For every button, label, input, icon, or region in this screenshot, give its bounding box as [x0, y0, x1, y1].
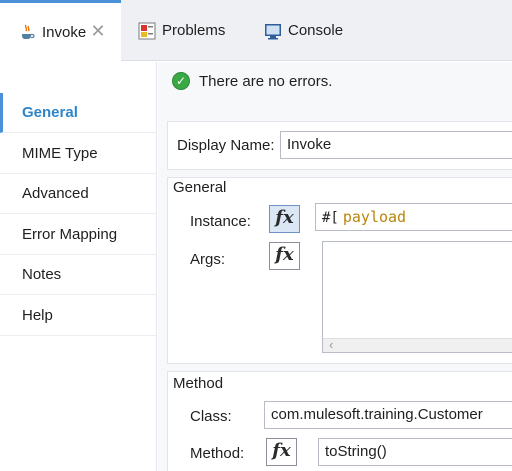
tab-console-label: Console	[288, 22, 344, 39]
expression-prefix: #[	[322, 210, 339, 226]
tab-console[interactable]: Console	[264, 0, 343, 61]
status-text: There are no errors.	[199, 72, 333, 90]
display-name-input[interactable]: Invoke	[280, 131, 512, 159]
validation-status: ✓ There are no errors.	[172, 70, 332, 92]
args-fx-toggle[interactable]: fx	[269, 242, 300, 270]
instance-expression-input[interactable]: #[payload	[315, 203, 512, 231]
general-section-title: General	[173, 179, 227, 196]
tab-problems[interactable]: Problems	[138, 0, 225, 61]
tab-problems-label: Problems	[162, 22, 226, 39]
tab-invoke-label: Invoke	[42, 23, 87, 41]
instance-expression-value: payload	[342, 208, 407, 226]
console-icon	[264, 22, 282, 40]
java-icon	[18, 23, 36, 41]
sidebar-item-help[interactable]: Help	[0, 296, 156, 336]
method-input[interactable]: toString()	[318, 438, 512, 466]
method-fx-toggle[interactable]: fx	[266, 438, 297, 466]
check-circle-icon: ✓	[172, 72, 190, 90]
args-textarea[interactable]: ‹	[322, 241, 512, 353]
args-horizontal-scrollbar[interactable]: ‹	[323, 337, 512, 352]
sidebar-item-mime-type[interactable]: MIME Type	[0, 134, 156, 174]
editor-tab-bar: Invoke ✕ Problems Console	[0, 0, 512, 61]
close-tab-icon[interactable]: ✕	[90, 22, 106, 40]
tab-invoke[interactable]: Invoke ✕	[0, 0, 121, 61]
instance-fx-toggle[interactable]: fx	[269, 205, 300, 233]
sidebar-item-notes[interactable]: Notes	[0, 255, 156, 295]
method-section-title: Method	[173, 375, 224, 392]
display-name-label: Display Name:	[177, 137, 275, 154]
args-label: Args:	[190, 251, 226, 268]
scroll-left-icon[interactable]: ‹	[329, 337, 333, 352]
properties-sidebar: General MIME Type Advanced Error Mapping…	[0, 62, 157, 471]
sidebar-item-error-mapping[interactable]: Error Mapping	[0, 215, 156, 255]
sidebar-item-general[interactable]: General	[0, 93, 156, 133]
sidebar-item-advanced[interactable]: Advanced	[0, 174, 156, 214]
class-input[interactable]: com.mulesoft.training.Customer	[264, 401, 512, 429]
problems-icon	[138, 22, 156, 40]
instance-label: Instance:	[190, 213, 251, 230]
class-label: Class:	[190, 408, 232, 425]
method-label: Method:	[190, 445, 245, 462]
